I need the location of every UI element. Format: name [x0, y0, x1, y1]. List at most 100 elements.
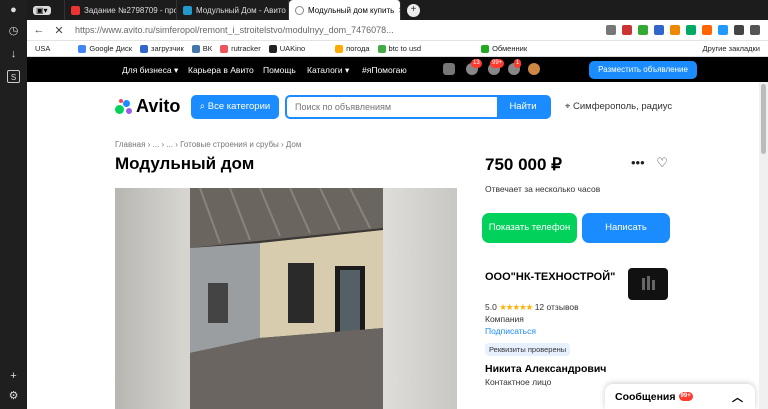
extension-icon[interactable] — [622, 25, 632, 35]
favorites-icon[interactable] — [443, 63, 455, 75]
avatar[interactable] — [528, 63, 540, 75]
logo-text: Avito — [136, 96, 181, 116]
bookmark-label: UAKino — [279, 44, 306, 53]
bookmark-item[interactable]: rutracker — [220, 44, 261, 53]
seller-name[interactable]: ООО"НК-ТЕХНОСТРОЙ" — [485, 271, 620, 284]
tab-3-active[interactable]: Модульный дом купить✕ — [289, 0, 401, 20]
search-input[interactable] — [287, 97, 497, 117]
profile-icon[interactable]: ● — [7, 4, 20, 17]
photo-main — [190, 188, 383, 409]
careers-link[interactable]: Карьера в Авито — [188, 65, 254, 75]
messages-widget[interactable]: Сообщения 99+ ︿ — [605, 384, 755, 409]
avito-header: Avito ⌕ Все категории Найти ⌖ Симферопол… — [27, 82, 768, 132]
bookmark-item[interactable]: ВК — [191, 44, 213, 53]
bookmarks-bar: USA Google Диск загрузчик ВК rutracker U… — [27, 41, 768, 57]
browser-sidebar: ● ◷ ↓ S + ⚙ — [0, 0, 27, 409]
other-bookmarks[interactable]: Другие закладки — [703, 44, 760, 53]
tab-favicon — [71, 5, 80, 15]
bookmark-label: загрузчик — [151, 44, 184, 53]
show-phone-button[interactable]: Показать телефон — [482, 213, 577, 243]
bookmark-label: btc to usd — [388, 44, 422, 53]
business-link[interactable]: Для бизнеса ▾ — [122, 65, 178, 76]
tab-2[interactable]: Модульный Дом - Авито — [177, 0, 289, 20]
bookmark-label: USA — [35, 44, 51, 53]
write-message-button[interactable]: Написать — [582, 213, 670, 243]
bookmark-item[interactable]: USA — [35, 44, 50, 53]
extension-icon[interactable] — [718, 25, 728, 35]
reply-time: Отвечает за несколько часов — [485, 184, 601, 194]
bookmark-label: погода — [346, 44, 370, 53]
notification-badge: 13 — [471, 59, 482, 68]
breadcrumb[interactable]: Главная › ... › ... › Готовые строения и… — [115, 140, 301, 149]
stop-icon[interactable]: ✕ — [51, 24, 67, 37]
contact-role: Контактное лицо — [485, 377, 552, 387]
listing-photo[interactable] — [115, 188, 457, 409]
page-scrollbar[interactable] — [759, 82, 768, 409]
bookmark-item[interactable]: загрузчик — [140, 44, 184, 53]
back-icon[interactable]: ← — [31, 24, 47, 36]
extension-icon[interactable] — [686, 25, 696, 35]
tab-strip: ▣▾ Задание №2798709 - про Модульный Дом … — [27, 0, 768, 20]
avito-topbar: Для бизнеса ▾ Карьера в Авито Помощь Кат… — [27, 57, 768, 82]
tab-group-button[interactable]: ▣▾ — [27, 0, 65, 20]
link-label: Для бизнеса — [122, 65, 172, 75]
search-button[interactable]: Найти — [497, 97, 549, 117]
extension-icon[interactable] — [654, 25, 664, 35]
bookmark-label: Другие закладки — [702, 44, 760, 53]
settings-icon[interactable]: ⚙ — [7, 390, 20, 403]
location-selector[interactable]: ⌖ Симферополь, радиус — [565, 101, 672, 112]
extension-icon[interactable] — [702, 25, 712, 35]
bookmark-item[interactable]: Обменник — [481, 44, 527, 53]
bookmark-label: ВК — [202, 44, 213, 53]
help-link[interactable]: Помощь — [263, 65, 296, 75]
extension-icon[interactable] — [670, 25, 680, 35]
history-icon[interactable]: ◷ — [7, 25, 20, 38]
all-categories-button[interactable]: ⌕ Все категории — [191, 95, 279, 119]
bookmark-item[interactable]: Google Диск — [78, 44, 132, 53]
avito-logo[interactable]: Avito — [115, 96, 180, 117]
bookmark-item[interactable]: погода — [335, 44, 370, 53]
bookmark-label: Google Диск — [89, 44, 132, 53]
extensions-bar — [606, 25, 760, 35]
location-label: Симферополь, радиус — [573, 101, 673, 112]
chevron-up-icon[interactable]: ︿ — [732, 389, 743, 405]
tab-1[interactable]: Задание №2798709 - про — [65, 0, 177, 20]
scrollbar-thumb[interactable] — [761, 84, 766, 154]
bookmark-label: rutracker — [231, 44, 261, 53]
seller-logo-graphic — [642, 276, 655, 290]
url-field[interactable]: https://www.avito.ru/simferopol/remont_i… — [75, 25, 405, 35]
post-ad-button[interactable]: Разместить объявление — [589, 61, 697, 79]
address-bar: ← ✕ https://www.avito.ru/simferopol/remo… — [27, 20, 768, 41]
extension-icon[interactable] — [638, 25, 648, 35]
extension-icon[interactable] — [734, 25, 744, 35]
catalogs-link[interactable]: Каталоги ▾ — [307, 65, 349, 76]
listing-actions: ••• ♡ — [631, 155, 668, 171]
link-label: Каталоги — [307, 65, 343, 75]
logo-dots-icon — [115, 98, 133, 116]
favorite-heart-icon[interactable]: ♡ — [656, 155, 668, 170]
more-options-icon[interactable]: ••• — [631, 155, 645, 170]
bookmark-label: Обменник — [492, 44, 528, 53]
search-icon: ⌕ — [199, 101, 206, 112]
subscribe-link[interactable]: Подписаться — [485, 326, 536, 336]
extensions-icon[interactable]: S — [7, 70, 20, 83]
verified-badge: Реквизиты проверены — [485, 343, 571, 356]
tab-favicon — [183, 5, 192, 15]
seller-type: Компания — [485, 314, 524, 324]
modular-house-photo — [190, 188, 383, 409]
rating-stars-icon: ★★★★★ — [499, 302, 533, 312]
bookmark-item[interactable]: UAKino — [268, 44, 306, 53]
help-campaign-link[interactable]: #яПомогаю — [362, 65, 407, 75]
tab-label: Задание №2798709 - про — [84, 5, 177, 15]
seller-rating[interactable]: 5.0 ★★★★★ 12 отзывов — [485, 302, 579, 313]
downloads-icon[interactable]: ↓ — [7, 48, 20, 61]
new-tab-button[interactable]: + — [407, 3, 420, 17]
close-tab-icon[interactable]: ✕ — [398, 6, 400, 15]
seller-logo[interactable] — [628, 268, 668, 300]
bookmark-item[interactable]: btc to usd — [377, 44, 422, 53]
add-panel-icon[interactable]: + — [7, 370, 20, 383]
location-pin-icon: ⌖ — [565, 101, 571, 112]
menu-icon[interactable] — [750, 25, 760, 35]
page-title: Модульный дом — [115, 154, 255, 173]
bookmark-icon[interactable] — [606, 25, 616, 35]
